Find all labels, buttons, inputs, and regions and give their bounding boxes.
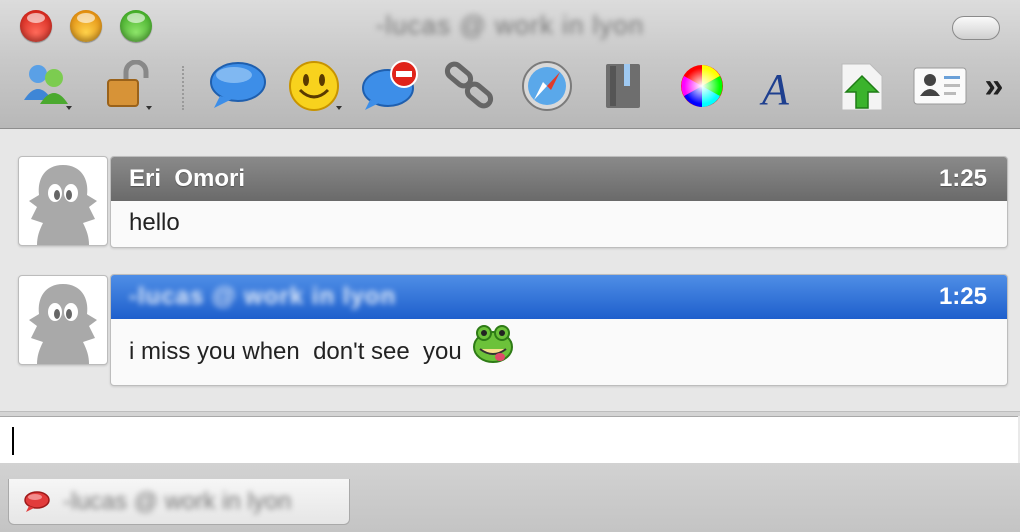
toolbar-overflow-button[interactable]: »	[976, 60, 1012, 112]
message-time: 1:25	[938, 165, 987, 192]
link-icon	[444, 61, 494, 109]
tab-label: -lucas @ work in lyon	[63, 487, 292, 515]
speech-bubble-icon	[210, 62, 266, 108]
default-user-icon	[29, 165, 97, 245]
message-time: 1:25	[938, 283, 987, 310]
message-body: i miss you when don't see you	[129, 338, 462, 365]
message-header: -lucas @ work in lyon 1:25	[111, 275, 1007, 319]
color-wheel-icon	[681, 65, 723, 107]
notebook-icon	[606, 64, 640, 108]
font-button[interactable]: A	[754, 60, 802, 112]
message-bubble: -lucas @ work in lyon 1:25 i miss you wh…	[110, 274, 1008, 386]
message-body: hello	[129, 209, 180, 236]
lock-icon	[107, 60, 152, 110]
avatar	[18, 275, 108, 365]
message-text: i miss you when don't see you	[111, 319, 1007, 385]
compass-icon	[522, 61, 572, 111]
font-icon: A	[759, 65, 790, 112]
contact-card-icon	[913, 67, 967, 105]
block-icon	[362, 60, 418, 110]
contacts-icon	[24, 65, 72, 110]
block-button[interactable]	[360, 60, 424, 112]
svg-text:A: A	[759, 65, 790, 112]
message-header: Eri Omori 1:25	[111, 157, 1007, 201]
speech-bubble-icon	[24, 490, 50, 512]
smiley-icon	[289, 61, 342, 111]
frog-emoticon-icon	[472, 325, 513, 363]
sender-name: -lucas @ work in lyon	[129, 283, 397, 310]
notes-button[interactable]	[598, 60, 650, 112]
title-bar: -lucas @ work in lyon A »	[0, 0, 1020, 129]
link-button[interactable]	[440, 60, 500, 112]
default-user-icon	[29, 284, 97, 364]
text-color-button[interactable]	[676, 60, 728, 112]
tab-bar: -lucas @ work in lyon	[0, 463, 1020, 532]
chat-transcript: Eri Omori 1:25 hello -lucas @ work in ly…	[0, 129, 1020, 411]
message-text: hello	[111, 201, 1007, 245]
message-button[interactable]	[208, 60, 268, 112]
toolbar-toggle-button[interactable]	[952, 16, 1000, 40]
emoticon-button[interactable]	[286, 60, 346, 112]
message-bubble: Eri Omori 1:25 hello	[110, 156, 1008, 248]
text-caret	[12, 427, 14, 455]
avatar	[18, 156, 108, 246]
send-file-button[interactable]	[834, 60, 890, 112]
upload-icon	[841, 63, 883, 111]
toolbar-separator	[182, 66, 184, 110]
window-title: -lucas @ work in lyon	[375, 10, 645, 40]
message-input[interactable]	[0, 416, 1018, 464]
sender-name: Eri Omori	[129, 165, 246, 192]
contacts-button[interactable]	[18, 60, 76, 112]
browser-button[interactable]	[518, 60, 576, 112]
chat-tab[interactable]: -lucas @ work in lyon	[8, 479, 350, 525]
encryption-button[interactable]	[102, 60, 158, 112]
get-info-button[interactable]	[910, 60, 970, 112]
